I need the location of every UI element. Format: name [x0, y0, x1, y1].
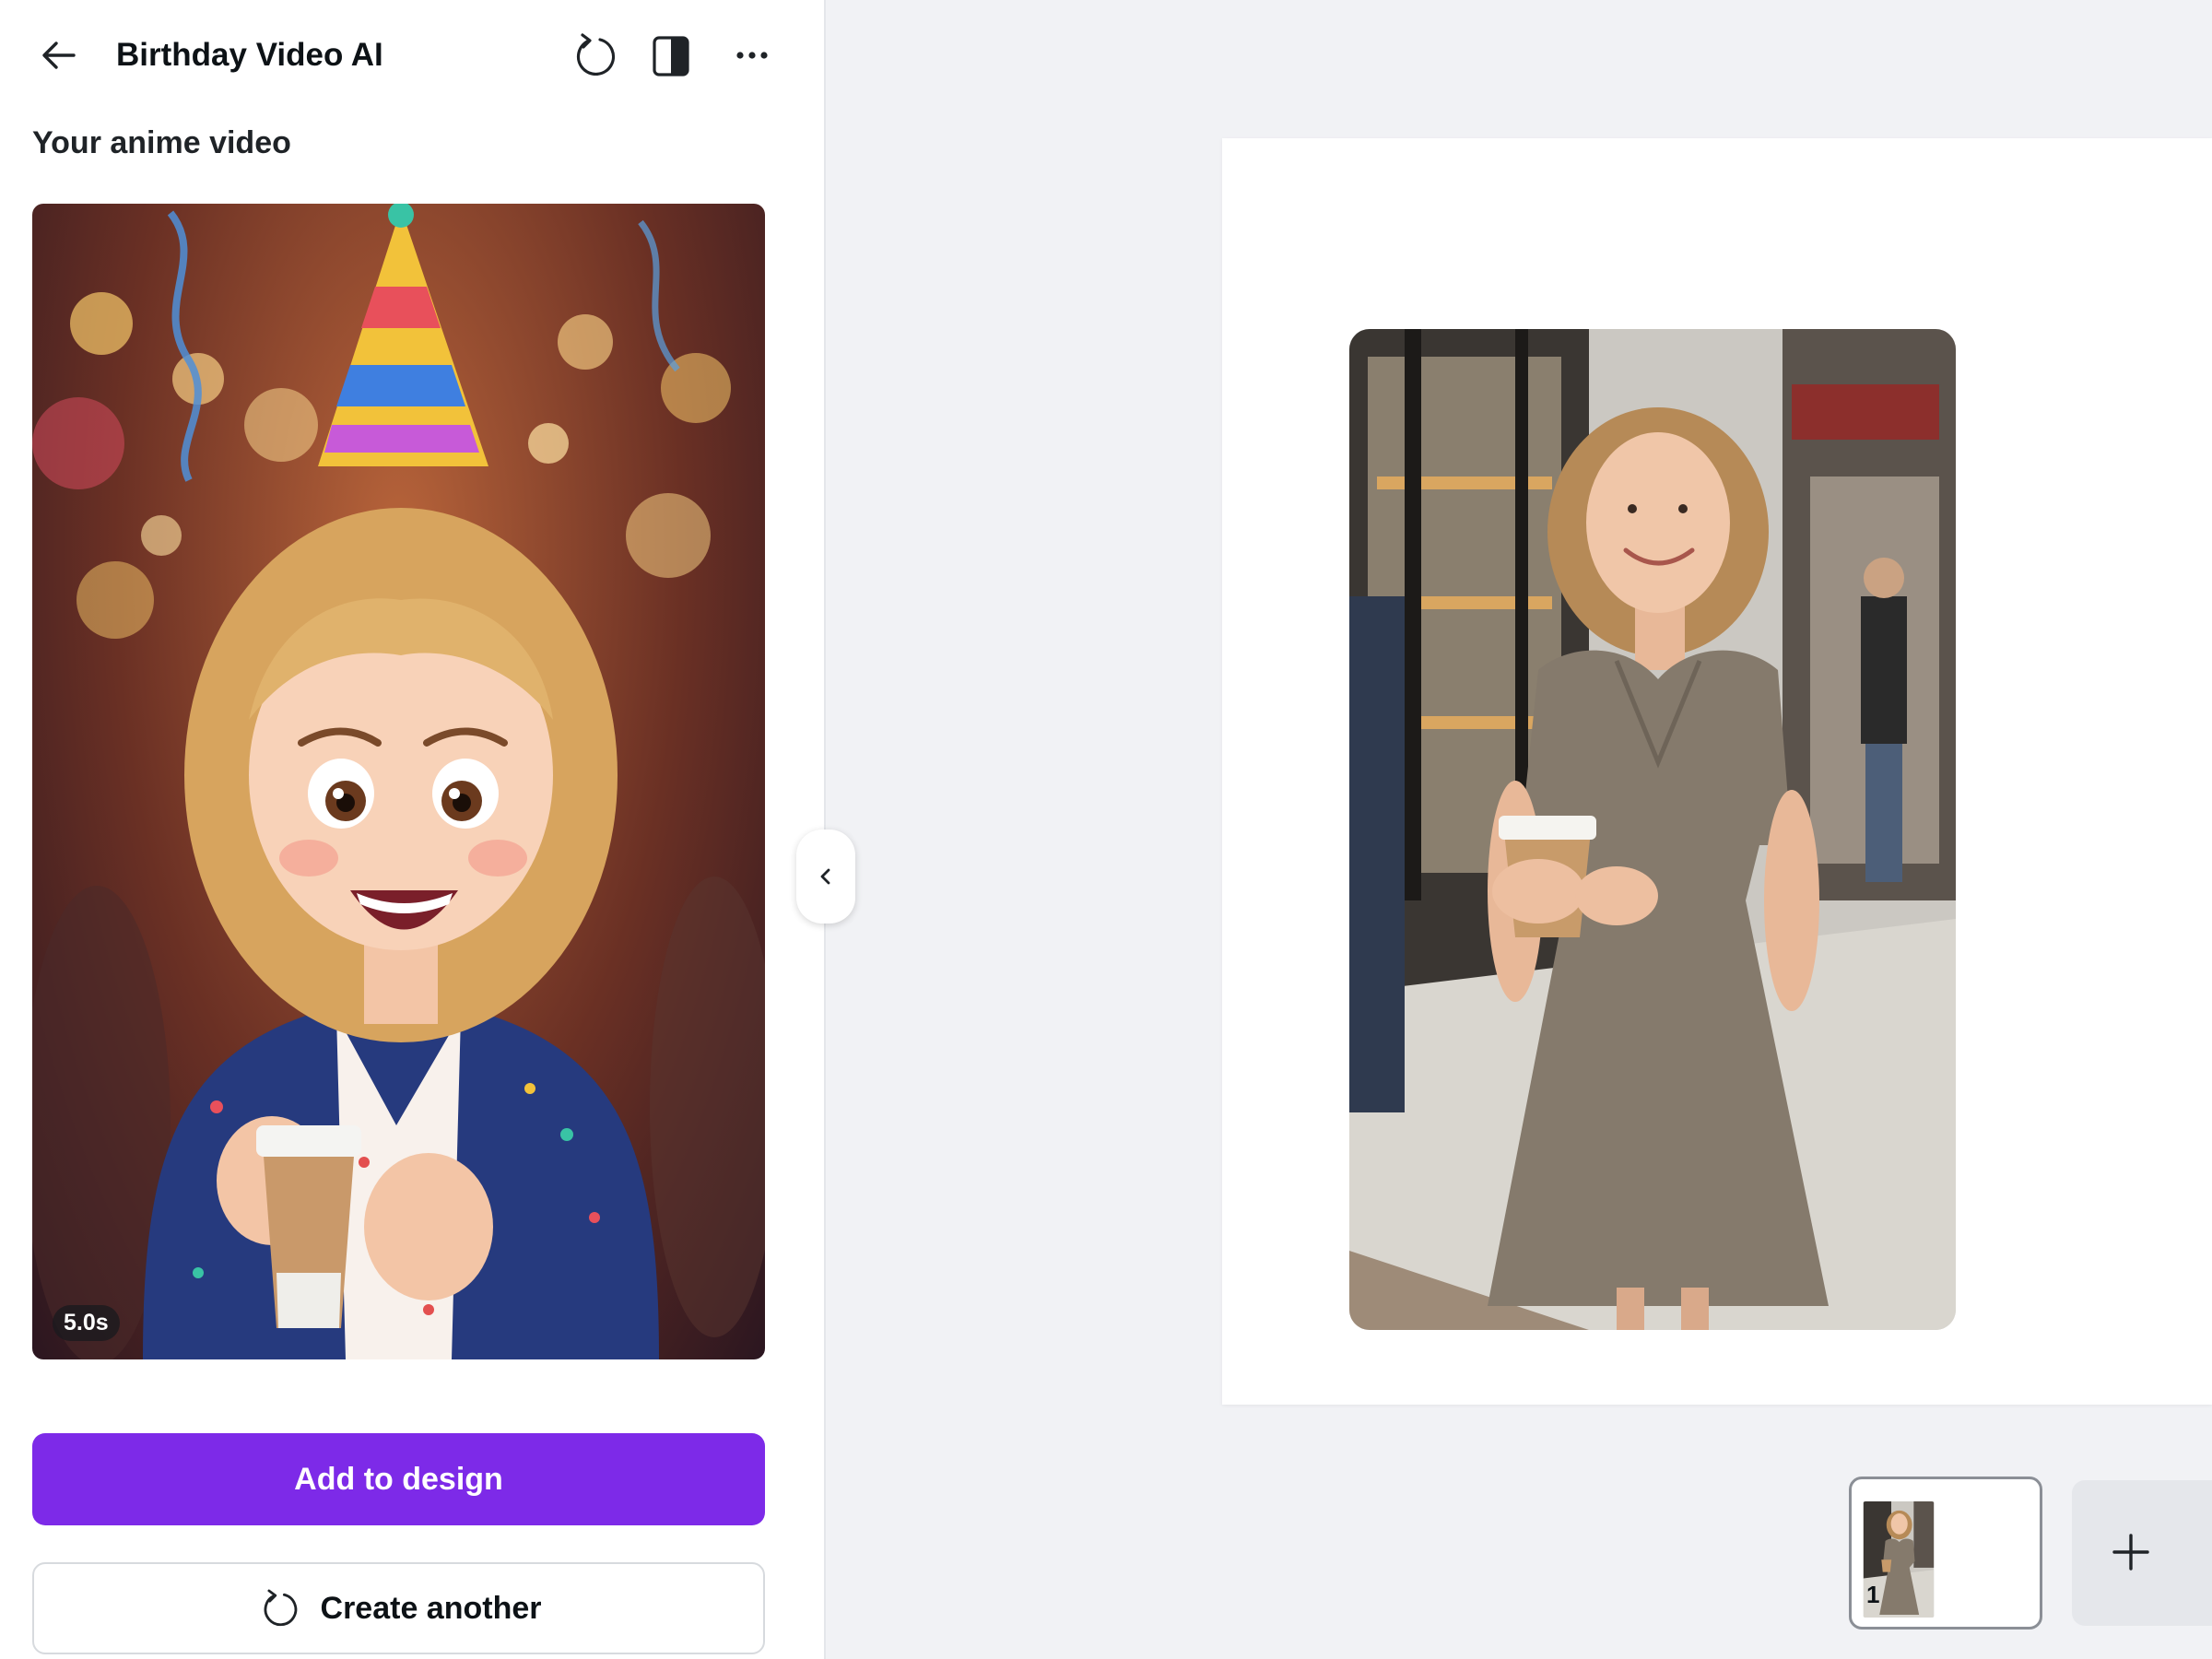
refresh-icon: [264, 1589, 297, 1627]
add-page-button[interactable]: [2072, 1480, 2212, 1626]
more-horizontal-icon: [736, 52, 768, 59]
generated-video-preview[interactable]: 5.0s: [32, 204, 765, 1359]
arrow-left-icon: [42, 41, 76, 69]
more-options-button[interactable]: [724, 28, 780, 83]
canvas-photo[interactable]: [1349, 329, 1956, 1330]
woman-with-coffee-photo: [1349, 329, 1956, 1330]
collapse-panel-button[interactable]: [796, 830, 855, 924]
page-number: 1: [1866, 1581, 1880, 1608]
result-heading: Your anime video: [32, 125, 291, 160]
video-duration-badge: 5.0s: [53, 1305, 120, 1341]
anime-character-illustration: [32, 204, 765, 1359]
plus-icon: [2112, 1534, 2149, 1571]
chevron-left-icon: [820, 868, 830, 885]
side-panel: Birthday Video AI Your anime video 5.0s …: [0, 0, 826, 1659]
refresh-button[interactable]: [568, 28, 623, 83]
page-thumbnail[interactable]: 1: [1849, 1477, 2042, 1630]
create-another-label: Create another: [320, 1590, 542, 1626]
refresh-icon: [576, 33, 616, 76]
compare-button[interactable]: [642, 28, 698, 83]
half-square-icon: [653, 36, 689, 76]
create-another-button[interactable]: Create another: [32, 1562, 765, 1654]
back-button[interactable]: [31, 28, 87, 83]
add-to-design-button[interactable]: Add to design: [32, 1433, 765, 1525]
panel-title: Birthday Video AI: [116, 37, 383, 73]
panel-header: Birthday Video AI: [0, 0, 826, 111]
add-to-design-label: Add to design: [294, 1461, 503, 1497]
